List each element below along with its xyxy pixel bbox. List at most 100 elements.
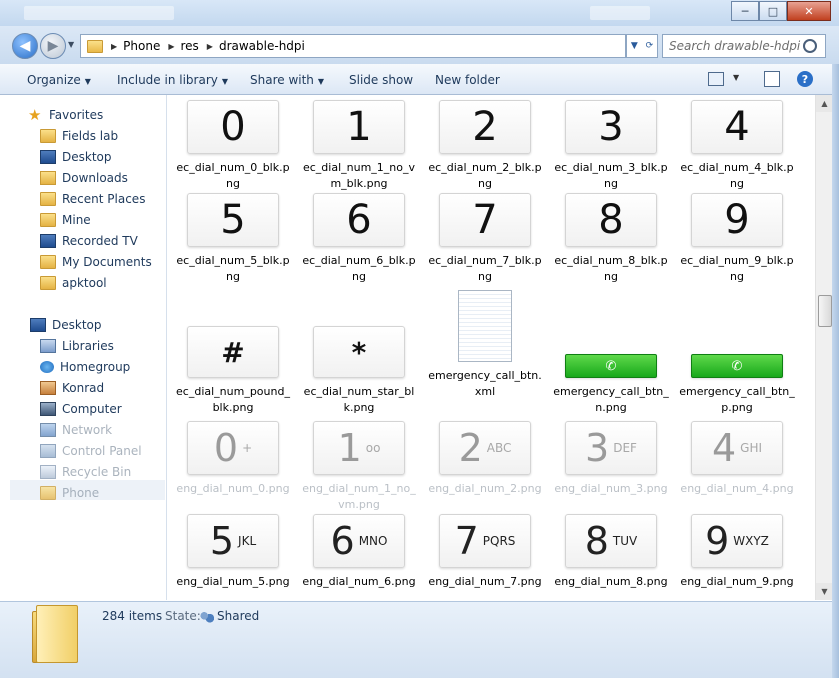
file-name: ec_dial_num_9_blk.png: [680, 254, 794, 283]
file-item[interactable]: 1 ec_dial_num_1_no_vm_blk.png: [296, 100, 422, 192]
file-thumbnail: 4 GHI: [691, 421, 783, 475]
chevron-right-icon[interactable]: ▶: [111, 42, 117, 51]
thumb-digit: 6: [330, 519, 355, 563]
file-item[interactable]: 6 ec_dial_num_6_blk.png: [296, 193, 422, 285]
file-item[interactable]: 7 ec_dial_num_7_blk.png: [422, 193, 548, 285]
nav-item-label: Konrad: [62, 381, 105, 395]
nav-item-computer[interactable]: Computer: [40, 399, 122, 419]
breadcrumb-res[interactable]: res: [180, 39, 198, 53]
refresh-icon[interactable]: ⟳: [646, 41, 654, 51]
file-item[interactable]: 5 ec_dial_num_5_blk.png: [170, 193, 296, 285]
breadcrumb-phone[interactable]: Phone: [123, 39, 160, 53]
file-name: eng_dial_num_4.png: [680, 482, 794, 495]
file-thumbnail: 3 DEF: [565, 421, 657, 475]
recent-pages-dropdown[interactable]: ▼: [68, 40, 74, 49]
scroll-up-icon[interactable]: ▲: [816, 95, 833, 112]
chevron-right-icon[interactable]: ▶: [168, 42, 174, 51]
nav-item-desktop[interactable]: Desktop: [40, 147, 112, 167]
slide-show-button[interactable]: Slide show: [349, 73, 413, 87]
folder-icon: [87, 39, 103, 53]
minimize-button[interactable]: ─: [731, 1, 759, 21]
scroll-thumb[interactable]: [818, 295, 832, 327]
search-icon[interactable]: [803, 39, 817, 53]
nav-item-downloads[interactable]: Downloads: [40, 168, 128, 188]
nav-item-recycle-bin[interactable]: Recycle Bin: [40, 462, 131, 482]
file-item[interactable]: 9 ec_dial_num_9_blk.png: [674, 193, 800, 285]
nav-item-my-documents[interactable]: My Documents: [40, 252, 152, 272]
nav-item-libraries[interactable]: Libraries: [40, 336, 114, 356]
recorded-tv-icon: [40, 234, 56, 248]
breadcrumb-drawable-hdpi[interactable]: drawable-hdpi: [219, 39, 305, 53]
nav-item-konrad[interactable]: Konrad: [40, 378, 104, 398]
file-item[interactable]: 0 ec_dial_num_0_blk.png: [170, 100, 296, 192]
search-box[interactable]: Search drawable-hdpi: [662, 34, 826, 58]
address-bar[interactable]: ▶ Phone ▶ res ▶ drawable-hdpi: [80, 34, 626, 58]
homegroup-icon: [40, 361, 54, 373]
chevron-right-icon[interactable]: ▶: [207, 42, 213, 51]
organize-menu[interactable]: Organize ▼: [27, 73, 91, 87]
file-thumbnail: 0: [187, 100, 279, 154]
item-count: 284 items: [102, 609, 163, 623]
downloads-icon: [40, 171, 56, 185]
user-folder-icon: [40, 381, 56, 395]
file-thumbnail: 1: [313, 100, 405, 154]
folder-icon: [40, 486, 56, 500]
file-thumbnail: 8: [565, 193, 657, 247]
nav-desktop[interactable]: Desktop: [30, 315, 102, 335]
nav-item-recent-places[interactable]: Recent Places: [40, 189, 145, 209]
file-item[interactable]: 1 oo eng_dial_num_1_no_vm.png: [296, 421, 422, 513]
nav-item-control-panel[interactable]: Control Panel: [40, 441, 142, 461]
file-item[interactable]: 6 MNO eng_dial_num_6.png: [296, 514, 422, 590]
nav-item-apktool[interactable]: apktool: [40, 273, 107, 293]
nav-item-phone[interactable]: Phone: [40, 483, 99, 503]
change-view-icon[interactable]: [708, 72, 724, 86]
close-button[interactable]: ✕: [787, 1, 831, 21]
nav-item-homegroup[interactable]: Homegroup: [40, 357, 130, 377]
file-item[interactable]: * ec_dial_num_star_blk.png: [296, 326, 422, 416]
file-name: ec_dial_num_3_blk.png: [554, 161, 668, 190]
forward-button[interactable]: ▶: [40, 33, 66, 59]
file-item[interactable]: ✆ emergency_call_btn_n.png: [548, 326, 674, 416]
share-with-menu[interactable]: Share with ▼: [250, 73, 324, 87]
file-item[interactable]: 8 TUV eng_dial_num_8.png: [548, 514, 674, 590]
file-list[interactable]: 0 ec_dial_num_0_blk.png 1 ec_dial_num_1_no…: [167, 95, 814, 600]
nav-item-fields-lab[interactable]: Fields lab: [40, 126, 118, 146]
vertical-scrollbar[interactable]: ▲ ▼: [815, 95, 833, 600]
file-item[interactable]: 3 ec_dial_num_3_blk.png: [548, 100, 674, 192]
file-item[interactable]: 4 GHI eng_dial_num_4.png: [674, 421, 800, 497]
file-item[interactable]: 5 JKL eng_dial_num_5.png: [170, 514, 296, 590]
file-item[interactable]: 2 ABC eng_dial_num_2.png: [422, 421, 548, 497]
title-bar[interactable]: ─ □ ✕: [0, 0, 839, 26]
help-button[interactable]: ?: [797, 71, 813, 87]
file-thumbnail: 5 JKL: [187, 514, 279, 568]
view-options-dropdown[interactable]: ▼: [733, 73, 739, 82]
file-item[interactable]: ✆ emergency_call_btn_p.png: [674, 326, 800, 416]
file-item[interactable]: emergency_call_btn.xml: [422, 290, 548, 400]
search-input[interactable]: Search drawable-hdpi: [669, 39, 803, 53]
nav-item-network[interactable]: Network: [40, 420, 112, 440]
recent-places-icon: [40, 192, 56, 206]
file-item[interactable]: 4 ec_dial_num_4_blk.png: [674, 100, 800, 192]
maximize-button[interactable]: □: [759, 1, 787, 21]
preview-pane-icon[interactable]: [764, 71, 780, 87]
back-button[interactable]: ◀: [12, 33, 38, 59]
scroll-down-icon[interactable]: ▼: [816, 583, 833, 600]
file-thumbnail: 0 +: [187, 421, 279, 475]
nav-item-recorded-tv[interactable]: Recorded TV: [40, 231, 138, 251]
include-in-library-menu[interactable]: Include in library ▼: [117, 73, 228, 87]
new-folder-button[interactable]: New folder: [435, 73, 500, 87]
file-item[interactable]: 2 ec_dial_num_2_blk.png: [422, 100, 548, 192]
file-item[interactable]: # ec_dial_num_pound_blk.png: [170, 326, 296, 416]
file-name: ec_dial_num_1_no_vm_blk.png: [302, 161, 416, 190]
thumb-digit: 9: [705, 519, 730, 563]
nav-item-mine[interactable]: Mine: [40, 210, 91, 230]
file-item[interactable]: 0 + eng_dial_num_0.png: [170, 421, 296, 497]
file-item[interactable]: 7 PQRS eng_dial_num_7.png: [422, 514, 548, 590]
explorer-window: ─ □ ✕ ◀ ▶ ▼ ▶ Phone ▶ res ▶ drawable-hdp…: [0, 0, 839, 678]
address-dropdown-icon[interactable]: ▼: [631, 41, 638, 51]
nav-favorites[interactable]: ★ Favorites: [28, 105, 103, 125]
file-item[interactable]: 8 ec_dial_num_8_blk.png: [548, 193, 674, 285]
file-item[interactable]: 3 DEF eng_dial_num_3.png: [548, 421, 674, 497]
file-name: eng_dial_num_8.png: [554, 575, 668, 588]
file-item[interactable]: 9 WXYZ eng_dial_num_9.png: [674, 514, 800, 590]
